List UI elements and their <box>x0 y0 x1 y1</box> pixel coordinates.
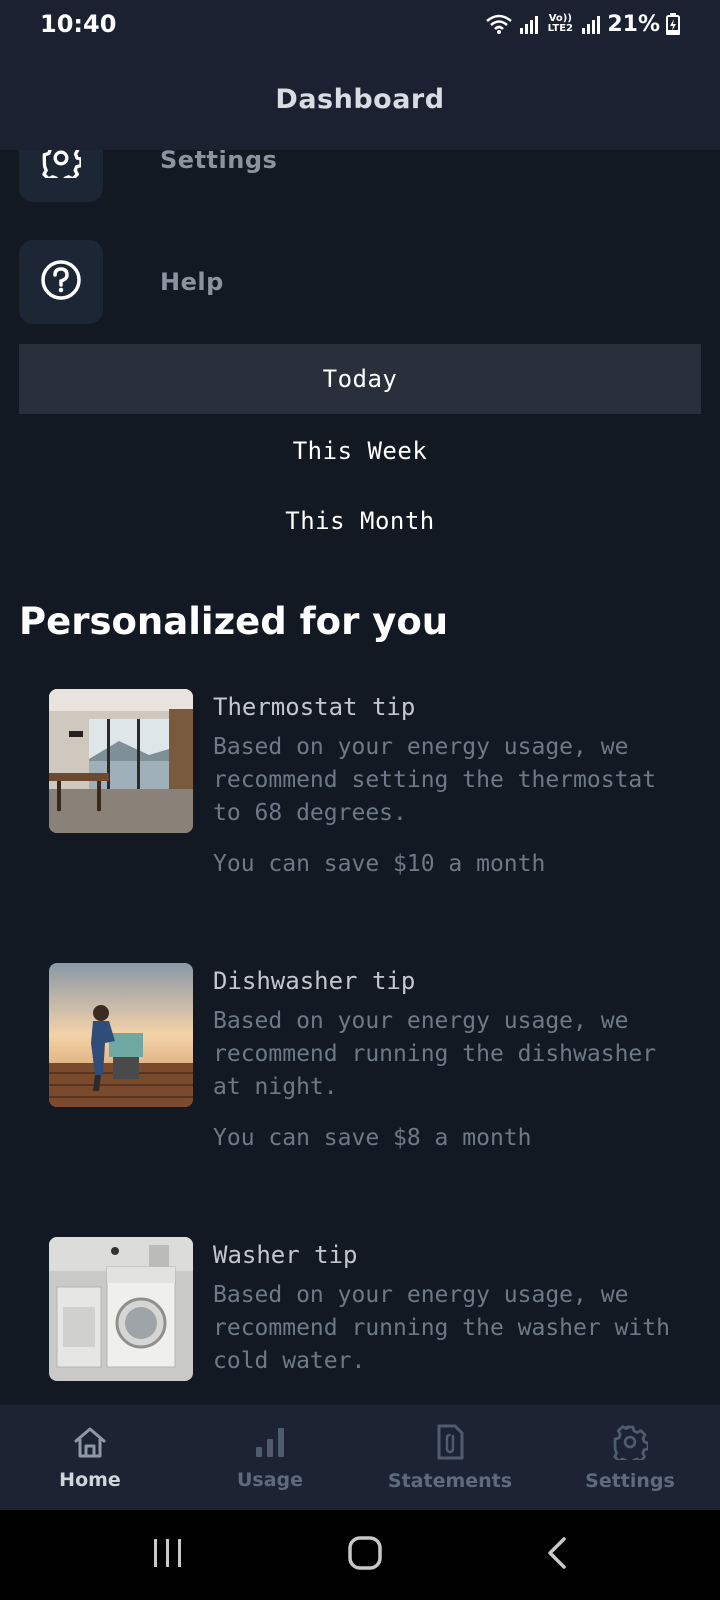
status-time: 10:40 <box>40 10 117 38</box>
nav-item-statements[interactable]: Statements <box>360 1405 540 1510</box>
page-title: Dashboard <box>275 83 445 115</box>
period-option-today[interactable]: Today <box>19 344 701 414</box>
home-button-icon[interactable] <box>347 1535 383 1575</box>
home-icon <box>72 1425 108 1463</box>
system-navigation-bar <box>0 1510 720 1600</box>
person-at-dishwasher-photo <box>49 963 193 1107</box>
tip-text: Dishwasher tip Based on your energy usag… <box>213 963 683 1155</box>
tip-description: Based on your energy usage, we recommend… <box>213 1282 670 1374</box>
living-room-photo <box>49 689 193 833</box>
gear-icon <box>612 1424 650 1466</box>
bar-chart-icon <box>253 1425 287 1463</box>
status-icons: Vo)) LTE2 21% <box>485 12 680 37</box>
nav-item-usage[interactable]: Usage <box>180 1405 360 1510</box>
network-label: Vo)) LTE2 <box>547 13 573 34</box>
tip-text: Thermostat tip Based on your energy usag… <box>213 689 683 881</box>
battery-charging-icon <box>666 13 680 35</box>
tip-text: Washer tip Based on your energy usage, w… <box>213 1237 683 1378</box>
nav-label: Settings <box>585 1469 675 1492</box>
tip-savings: You can save $10 a month <box>213 851 546 877</box>
menu-label: Help <box>160 268 224 296</box>
document-clip-icon <box>434 1424 466 1464</box>
nav-label: Usage <box>236 1468 304 1491</box>
nav-label: Statements <box>387 1469 513 1492</box>
battery-level: 21% <box>607 11 660 37</box>
section-title: Personalized for you <box>19 600 449 643</box>
back-icon[interactable] <box>545 1536 569 1574</box>
period-option-this-month[interactable]: This Month <box>19 486 701 556</box>
tip-savings: You can save $8 a month <box>213 1125 532 1151</box>
tip-description: Based on your energy usage, we recommend… <box>213 734 657 826</box>
nav-item-settings[interactable]: Settings <box>540 1405 720 1510</box>
tip-title: Thermostat tip <box>213 693 416 721</box>
period-option-this-week[interactable]: This Week <box>19 416 701 486</box>
nav-item-home[interactable]: Home <box>0 1405 180 1510</box>
status-bar: 10:40 Vo)) LTE2 21% <box>0 0 720 48</box>
tip-description: Based on your energy usage, we recommend… <box>213 1008 657 1100</box>
signal-icon <box>519 14 539 34</box>
tip-title: Dishwasher tip <box>213 967 416 995</box>
nav-label: Home <box>59 1468 121 1491</box>
app-bar: Dashboard <box>0 48 720 150</box>
washing-machine-photo <box>49 1237 193 1381</box>
bottom-navigation: Home Usage Statements Settings <box>0 1405 720 1510</box>
wifi-icon <box>485 13 513 35</box>
signal-icon-2 <box>581 14 601 34</box>
recent-apps-icon[interactable] <box>151 1537 185 1573</box>
tip-title: Washer tip <box>213 1241 358 1269</box>
help-circle-icon <box>40 259 82 305</box>
menu-label: Settings <box>160 146 278 174</box>
menu-item-help[interactable]: Help <box>19 240 679 324</box>
menu-icon-box <box>19 240 103 324</box>
